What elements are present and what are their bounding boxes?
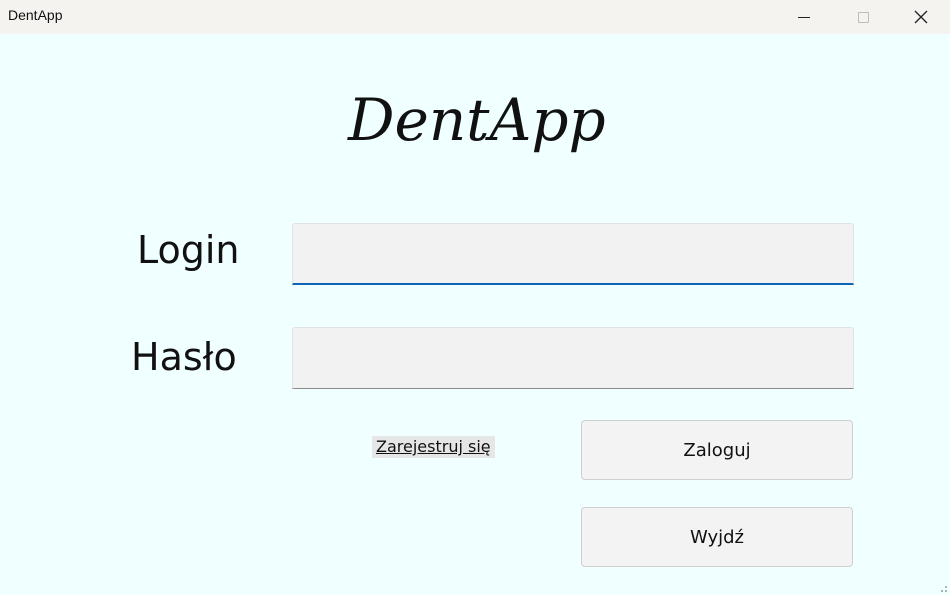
register-link[interactable]: Zarejestruj się bbox=[372, 436, 495, 458]
minimize-icon bbox=[798, 16, 810, 18]
app-logo: DentApp bbox=[347, 86, 606, 154]
password-label: Hasło bbox=[131, 335, 237, 379]
maximize-icon bbox=[857, 11, 869, 23]
password-field[interactable] bbox=[292, 327, 854, 389]
login-label: Login bbox=[137, 228, 240, 272]
minimize-button[interactable] bbox=[775, 0, 833, 34]
title-bar: DentApp bbox=[0, 0, 950, 34]
login-input[interactable] bbox=[293, 224, 853, 283]
close-button[interactable] bbox=[892, 0, 950, 34]
login-field[interactable] bbox=[292, 223, 854, 285]
login-button[interactable]: Zaloguj bbox=[581, 420, 853, 480]
close-icon bbox=[914, 10, 928, 24]
window-title: DentApp bbox=[8, 7, 63, 23]
password-input[interactable] bbox=[293, 328, 853, 388]
maximize-button[interactable] bbox=[834, 0, 892, 34]
logo-text: DentApp bbox=[347, 86, 606, 154]
resize-grip-icon[interactable] bbox=[938, 583, 948, 593]
exit-button[interactable]: Wyjdź bbox=[581, 507, 853, 567]
